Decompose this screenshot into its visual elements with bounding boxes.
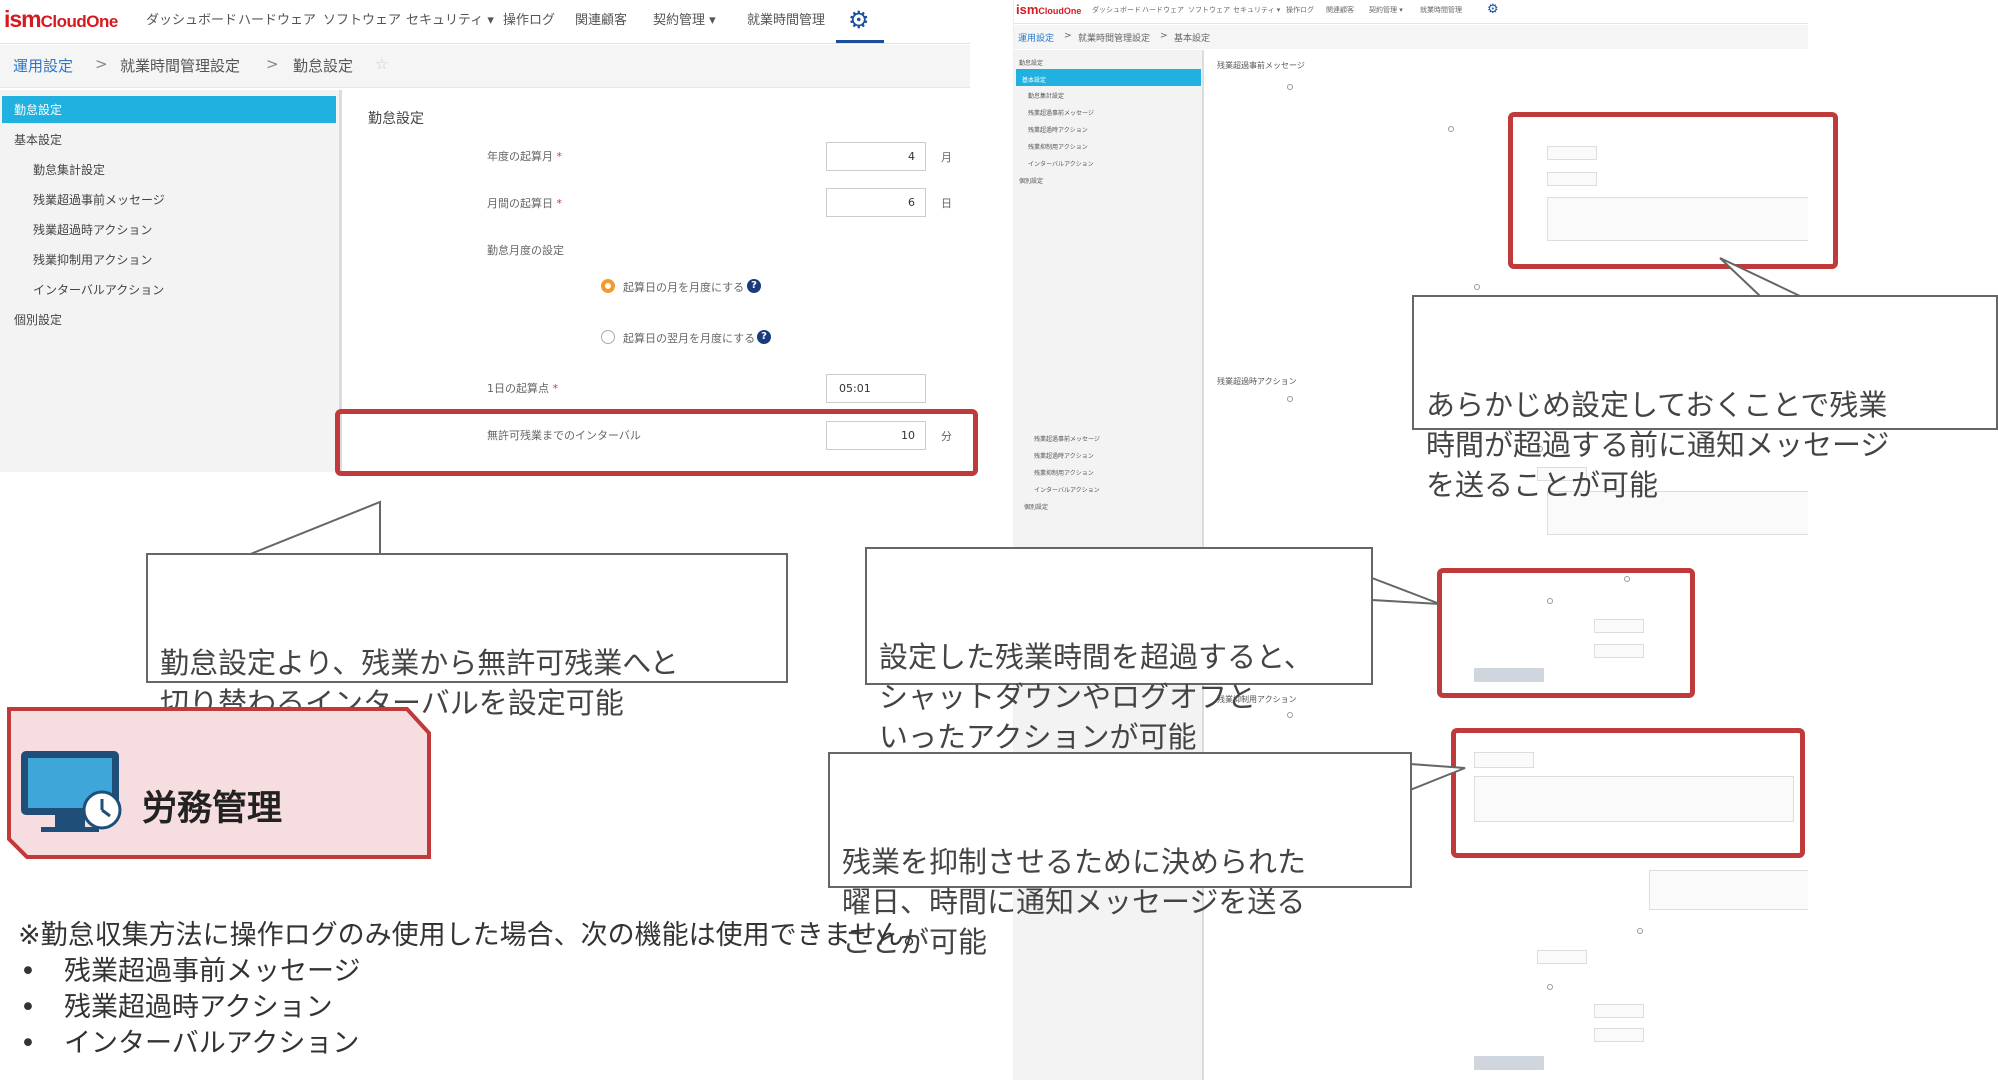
callout-premessage: あらかじめ設定しておくことで残業 時間が超過する前に通知メッセージ を送ることが可能 [1412,295,1998,502]
callout-overtime-action: 設定した残業時間を超過すると、 シャットダウンやログオフと いったアクションが可能 [865,547,1373,754]
badge-label: 労務管理 [142,789,283,829]
note-bullet-item: • 残業超過事前メッセージ [20,956,361,987]
callout-suppress-action: 残業を抑制させるために決められた 曜日、時間に通知メッセージを送る ことが可能 [828,752,1412,959]
note-bullet-item: • インターバルアクション [20,1028,360,1059]
note-text: ※勤怠収集方法に操作ログのみ使用した場合、次の機能は使用できません。 [18,920,931,951]
note-block: ※勤怠収集方法に操作ログのみ使用した場合、次の機能は使用できません。 • 残業超過… [18,913,931,1059]
callout-interval: 勤怠設定より、残業から無許可残業へと 切り替わるインターバルを設定可能 [146,553,788,720]
note-bullet-item: • 残業超過時アクション [20,992,333,1023]
